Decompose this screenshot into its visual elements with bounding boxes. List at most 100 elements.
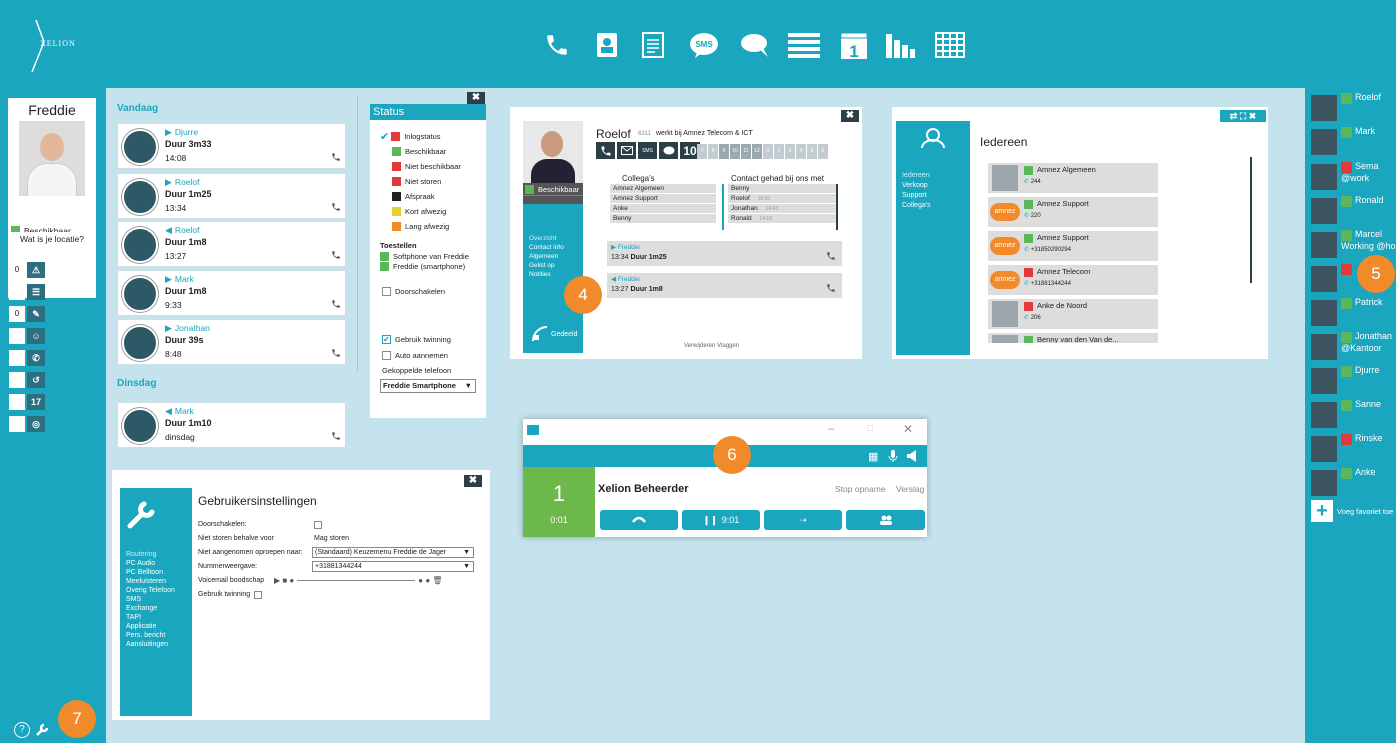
- directory-entry[interactable]: Amnez Algemeen ✆ 244: [988, 163, 1158, 193]
- status-option[interactable]: Beschikbaar: [380, 144, 484, 159]
- status-option[interactable]: Kort afwezig: [380, 204, 484, 219]
- sidebar-item-pen[interactable]: 0 ✎: [9, 306, 45, 322]
- contact-sms-icon[interactable]: SMS: [638, 142, 657, 159]
- settings-select[interactable]: +31881344244 ▼: [312, 561, 474, 572]
- device-item[interactable]: Freddie (smartphone): [380, 261, 484, 271]
- contact-call-item[interactable]: ◀ Freddie 13:27 Duur 1m8: [607, 273, 842, 298]
- sidebar-item-phone[interactable]: ✆: [9, 350, 45, 366]
- add-favorite-icon[interactable]: +: [1311, 500, 1333, 522]
- call-contact-name[interactable]: ◀ Roelof: [165, 225, 200, 236]
- call-history-item[interactable]: ▶ Roelof Duur 1m25 13:34: [117, 173, 346, 219]
- favorite-contact[interactable]: Sema @work: [1307, 161, 1396, 191]
- call-back-icon[interactable]: [331, 299, 341, 311]
- sidebar-item-list[interactable]: ☰: [9, 284, 45, 300]
- contact-call-icon[interactable]: [596, 142, 615, 159]
- transfer-button[interactable]: ⇢: [764, 510, 842, 530]
- favorite-contact[interactable]: Mark: [1307, 126, 1396, 156]
- colleague-item[interactable]: Amnez Algemeen: [610, 184, 716, 193]
- call-back-icon[interactable]: [331, 250, 341, 262]
- contact-chat-icon[interactable]: [659, 142, 678, 159]
- call-history-item[interactable]: ▶ Djurre Duur 3m33 14:08: [117, 123, 346, 169]
- sidebar-item-calendar[interactable]: 17: [9, 394, 45, 410]
- directory-group[interactable]: Support: [902, 191, 970, 201]
- speaker-icon[interactable]: [906, 449, 918, 465]
- directory-entry[interactable]: Benny van den Van de...✆: [988, 333, 1158, 343]
- settings-menu-item[interactable]: Meeluisteren: [126, 577, 192, 586]
- favorite-contact[interactable]: Marcel Working @ho...: [1307, 229, 1396, 259]
- call-contact-name[interactable]: ▶ Djurre: [165, 127, 198, 138]
- auto-answer-toggle[interactable]: Auto aannemen: [382, 348, 448, 363]
- sidebar-item-warning[interactable]: 0 ⚠: [9, 262, 45, 278]
- grid-icon[interactable]: [934, 30, 966, 60]
- wrench-icon[interactable]: [34, 722, 50, 740]
- sidebar-item-history[interactable]: ↺: [9, 372, 45, 388]
- active-line[interactable]: 1 0:01: [523, 467, 595, 537]
- settings-menu-item[interactable]: Overig Telefoon: [126, 586, 192, 595]
- sidebar-item-contacts[interactable]: ☺: [9, 328, 45, 344]
- contact-close-button[interactable]: ✖: [841, 110, 859, 122]
- contacted-item[interactable]: Jonathan 14:43: [728, 204, 836, 213]
- settings-close-button[interactable]: ✖: [464, 475, 482, 487]
- directory-group[interactable]: Iedereen: [902, 171, 970, 181]
- directory-entry[interactable]: amnez Amnez Support ✆ +31850290294: [988, 231, 1158, 261]
- location-prompt[interactable]: Wat is je locatie?: [8, 232, 96, 247]
- settings-menu-item[interactable]: Aansluitingen: [126, 640, 192, 649]
- call-history-item[interactable]: ▶ Jonathan Duur 39s 8:48: [117, 319, 346, 365]
- settings-menu-item[interactable]: SMS: [126, 595, 192, 604]
- settings-menu-item[interactable]: PC Audio: [126, 559, 192, 568]
- settings-select[interactable]: (Standaard) Keuzemenu Freddie de Jager ▼: [312, 547, 474, 558]
- contact-menu-item[interactable]: Algemeen: [529, 252, 583, 261]
- hold-button[interactable]: ❙❙ 9:01: [682, 510, 760, 530]
- twinning-checkbox[interactable]: [254, 590, 263, 599]
- directory-scrollbar[interactable]: [1250, 157, 1252, 283]
- mic-icon[interactable]: [888, 449, 898, 465]
- status-option[interactable]: ✔ Inlogstatus: [380, 129, 484, 144]
- settings-menu-item[interactable]: Pers. bericht: [126, 631, 192, 640]
- report-button[interactable]: Verslag: [896, 484, 924, 494]
- add-favorite-label[interactable]: Voeg favoriet toe: [1337, 507, 1396, 516]
- hangup-button[interactable]: [600, 510, 678, 530]
- call-history-item[interactable]: ▶ Mark Duur 1m8 9:33: [117, 270, 346, 316]
- contact-call-item[interactable]: ▶ Freddie 13:34 Duur 1m25: [607, 241, 842, 266]
- settings-menu-item[interactable]: Routering: [126, 550, 192, 559]
- favorite-contact[interactable]: Sanne: [1307, 399, 1396, 429]
- call-history-item[interactable]: ◀ Mark Duur 1m10 dinsdag: [117, 402, 346, 448]
- colleague-item[interactable]: Benny: [610, 214, 716, 223]
- colleague-item[interactable]: Amnez Support: [610, 194, 716, 203]
- status-option[interactable]: Niet storen: [380, 174, 484, 189]
- list-icon[interactable]: [788, 30, 820, 60]
- call-contact-name[interactable]: ▶ Jonathan: [165, 323, 210, 334]
- status-option[interactable]: Lang afwezig: [380, 219, 484, 234]
- linked-phone-select[interactable]: Freddie Smartphone ▼: [380, 379, 476, 393]
- call-back-icon[interactable]: [331, 348, 341, 360]
- favorite-contact[interactable]: Rinske: [1307, 433, 1396, 463]
- favorite-contact[interactable]: Jonathan @Kantoor: [1307, 331, 1396, 361]
- settings-menu-item[interactable]: Applicatie: [126, 622, 192, 631]
- forward-toggle[interactable]: Doorschakelen: [382, 284, 445, 299]
- chat-icon[interactable]: [740, 30, 772, 60]
- directory-entry[interactable]: amnez Amnez Support ✆ 220: [988, 197, 1158, 227]
- conference-button[interactable]: [846, 510, 925, 530]
- call-contact-name[interactable]: ▶ Roelof: [165, 177, 200, 188]
- settings-menu-item[interactable]: Exchange: [126, 604, 192, 613]
- dialpad-icon[interactable]: ▦: [868, 450, 878, 463]
- directory-entry[interactable]: Anke de Noord ✆ 206: [988, 299, 1158, 329]
- contacts-icon[interactable]: [591, 30, 623, 60]
- forward-checkbox[interactable]: [314, 520, 322, 529]
- maximize-button[interactable]: □: [867, 423, 873, 434]
- calendar-icon[interactable]: 1: [838, 30, 870, 60]
- directory-entry[interactable]: amnez Amnez Telecom ✆ +31881344244: [988, 265, 1158, 295]
- call-contact-name[interactable]: ◀ Mark: [165, 406, 194, 417]
- directory-window-controls[interactable]: ⇄ ⛶ ✖: [1220, 110, 1266, 122]
- sidebar-item-voicemail[interactable]: ◎: [9, 416, 45, 432]
- call-back-icon[interactable]: [331, 202, 341, 214]
- twinning-toggle[interactable]: ✔ Gebruik twinning: [382, 332, 451, 347]
- contact-footer[interactable]: Verwijderen Vlaggen: [684, 343, 739, 349]
- voicemail-controls[interactable]: ▶ ■ ● ● ● 🗑: [274, 576, 443, 585]
- contact-menu-item[interactable]: Contact info: [529, 243, 583, 252]
- contacted-item[interactable]: Roelof 16:00: [728, 194, 836, 203]
- favorite-contact[interactable]: Patrick: [1307, 297, 1396, 327]
- colleague-item[interactable]: Anke: [610, 204, 716, 213]
- close-window-button[interactable]: ✕: [903, 422, 913, 436]
- call-back-icon[interactable]: [331, 152, 341, 164]
